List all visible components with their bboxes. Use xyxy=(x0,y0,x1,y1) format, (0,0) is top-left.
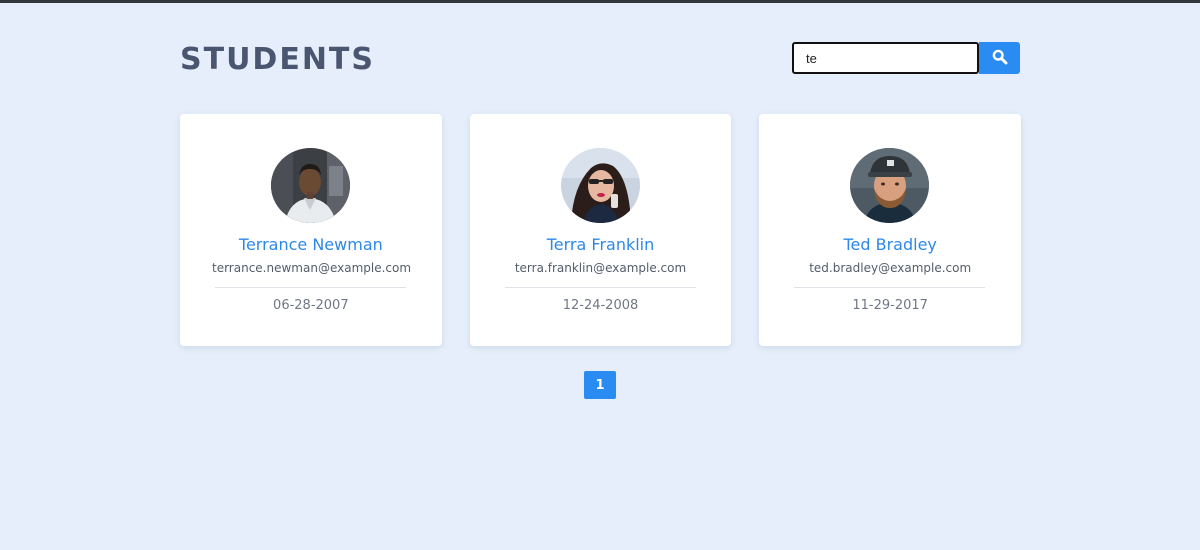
divider xyxy=(215,287,406,288)
divider xyxy=(794,287,986,288)
search-button[interactable] xyxy=(979,42,1020,74)
pagination: 1 xyxy=(584,371,616,399)
page-title: STUDENTS xyxy=(180,42,376,77)
top-border xyxy=(0,0,1200,3)
student-list: Terrance Newman terrance.newman@example.… xyxy=(180,114,1022,346)
search-icon xyxy=(992,49,1008,68)
student-email: terra.franklin@example.com xyxy=(514,261,687,275)
student-avatar xyxy=(560,148,640,223)
header: STUDENTS xyxy=(180,40,1020,80)
student-email: terrance.newman@example.com xyxy=(212,261,412,275)
student-email: ted.bradley@example.com xyxy=(809,261,972,275)
page-button-1[interactable]: 1 xyxy=(584,371,616,399)
search-bar xyxy=(792,42,1020,74)
divider xyxy=(504,287,696,288)
student-date: 06-28-2007 xyxy=(273,298,349,313)
student-name: Terrance Newman xyxy=(238,235,383,254)
student-name: Ted Bradley xyxy=(843,235,937,254)
student-card: Ted Bradley ted.bradley@example.com 11-2… xyxy=(759,114,1022,346)
student-date: 11-29-2017 xyxy=(852,298,928,313)
student-date: 12-24-2008 xyxy=(562,298,639,313)
student-name: Terra Franklin xyxy=(546,235,655,254)
student-card: Terra Franklin terra.franklin@example.co… xyxy=(469,114,732,346)
student-avatar xyxy=(271,148,350,223)
student-avatar xyxy=(850,148,930,223)
search-input[interactable] xyxy=(792,42,979,74)
student-card: Terrance Newman terrance.newman@example.… xyxy=(180,114,442,346)
